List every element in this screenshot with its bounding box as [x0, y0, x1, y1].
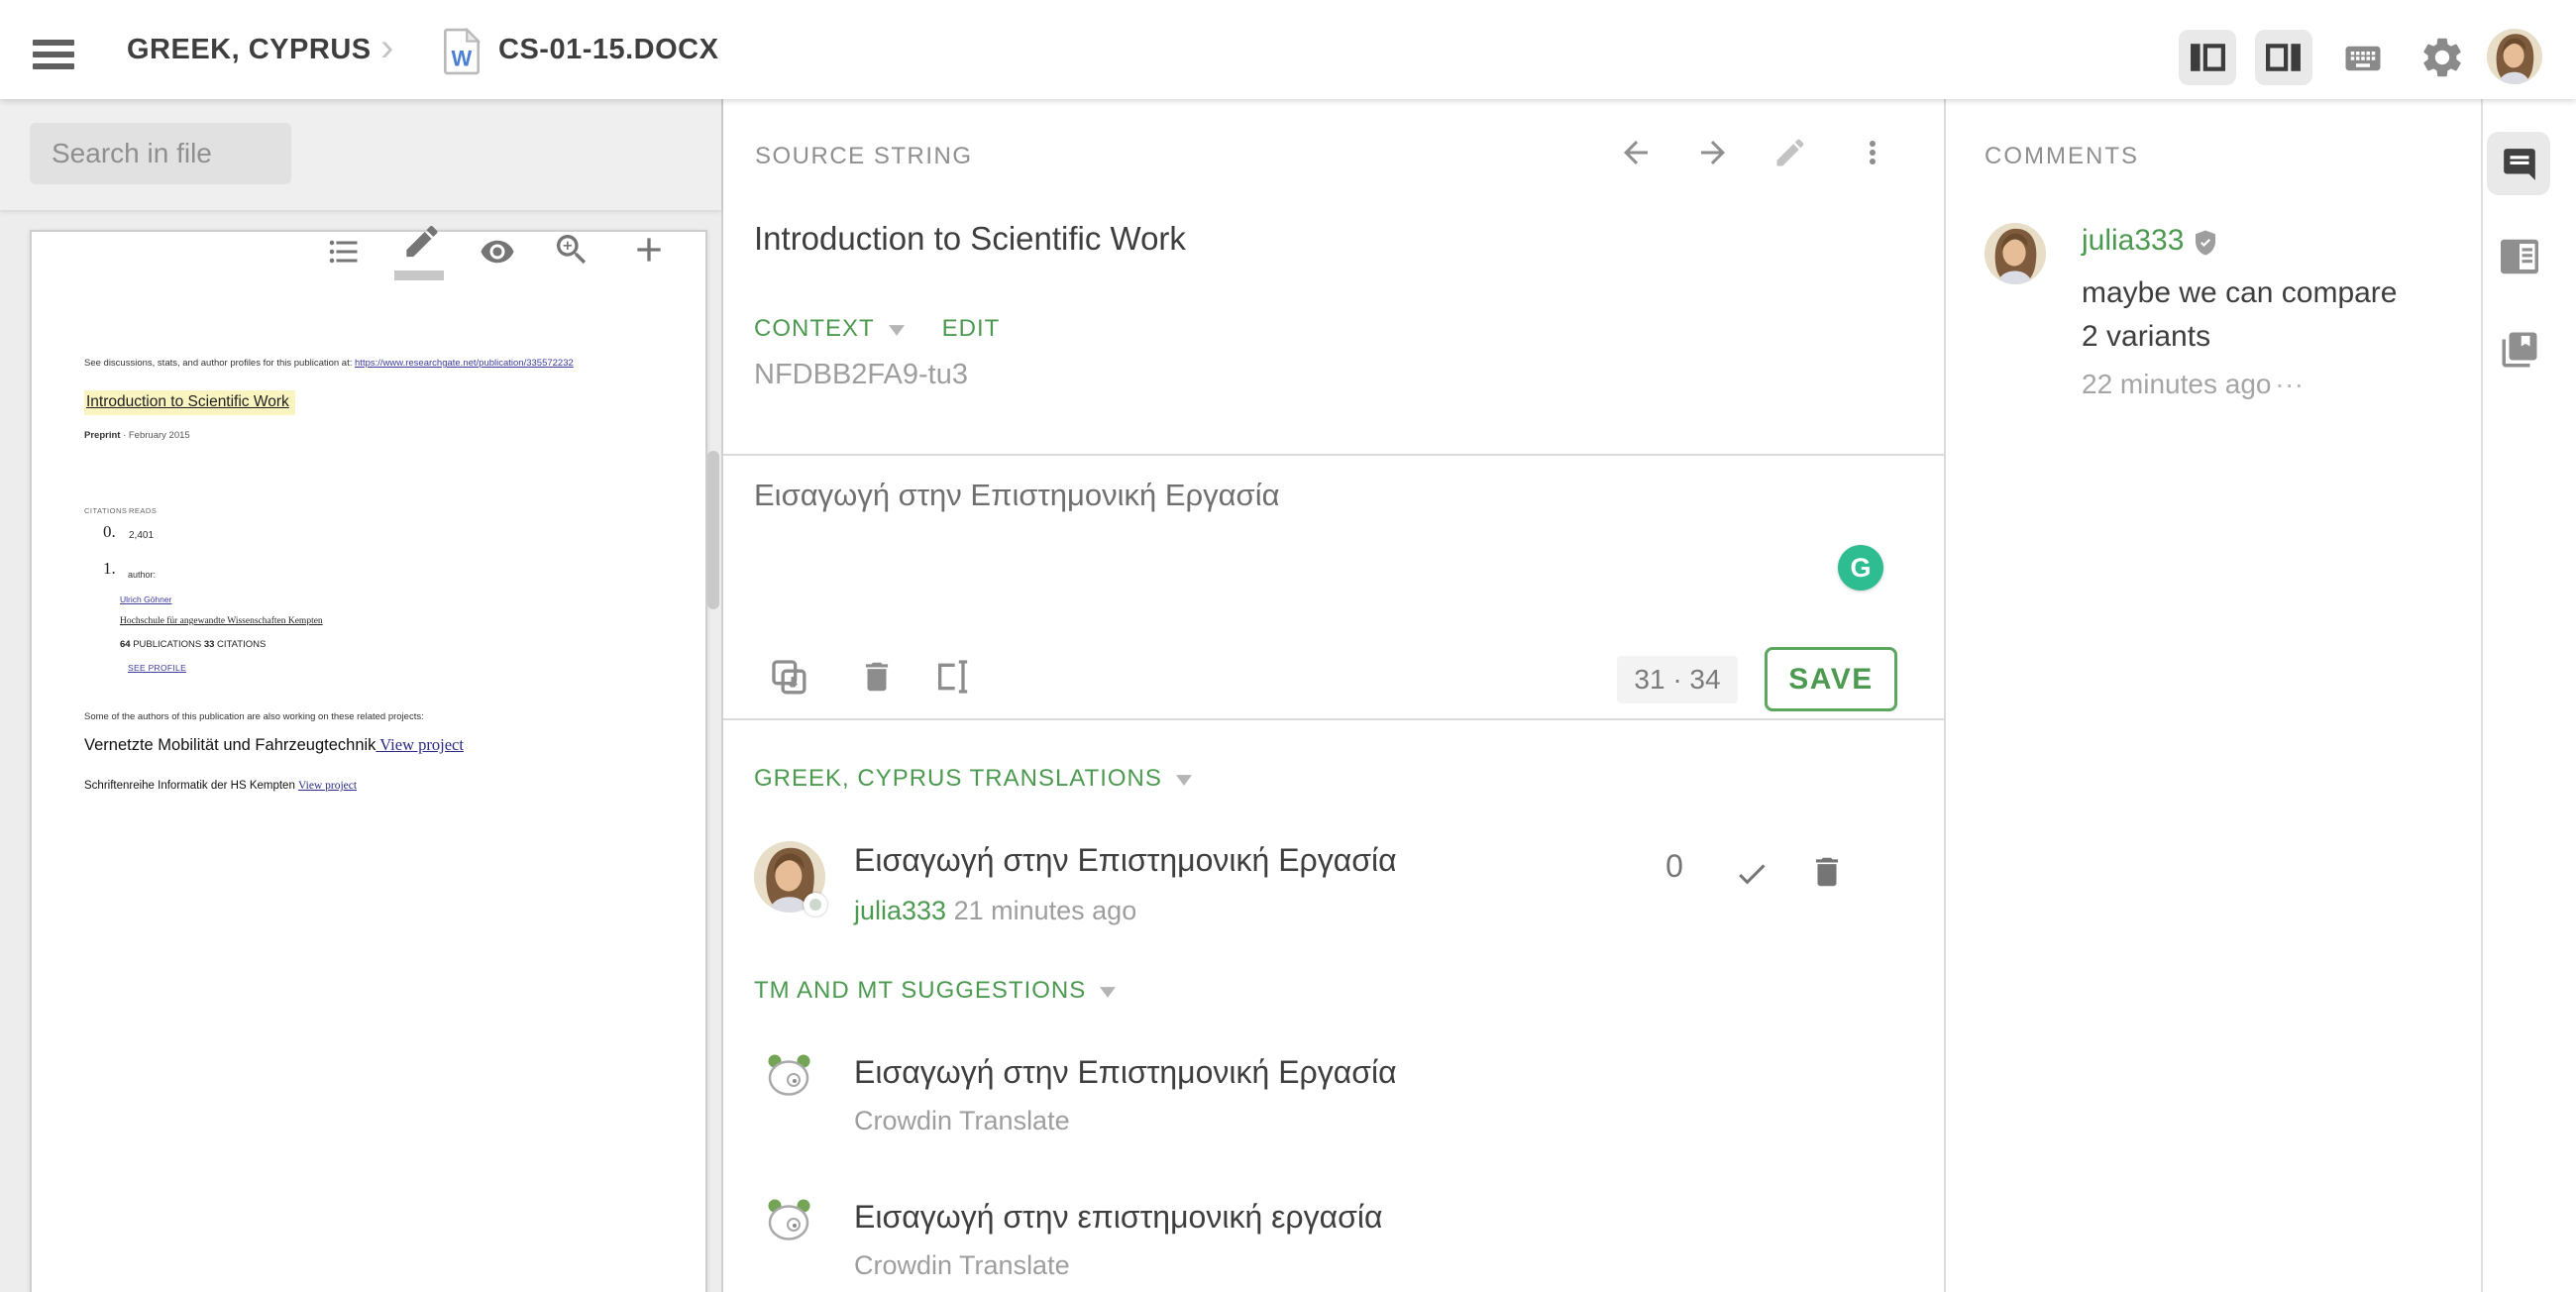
divider — [723, 718, 1944, 720]
char-counter: 31 · 34 — [1617, 656, 1738, 703]
translation-author-badge — [804, 893, 827, 916]
keyboard-shortcuts-icon[interactable] — [2337, 38, 2389, 84]
suggestion-source: Crowdin Translate — [854, 1106, 1070, 1135]
translation-votes-count: 0 — [1665, 848, 1683, 884]
breadcrumb-project[interactable]: GREEK, CYPRUS — [127, 34, 372, 66]
translations-collapse-icon[interactable] — [1175, 765, 1192, 793]
context-reader-tab-icon[interactable] — [2499, 238, 2540, 280]
crowdin-translate-icon — [764, 1052, 813, 1103]
doc-author-label: author: — [128, 570, 157, 580]
preview-eye-icon[interactable] — [477, 234, 518, 274]
comment-author-link[interactable]: julia333 — [2082, 224, 2184, 258]
doc-project-2: Schriftenreihe Informatik der HS Kempten… — [84, 780, 358, 792]
doc-author-stats: 64 PUBLICATIONS 33 CITATIONS — [120, 639, 267, 650]
comment-author-avatar — [1985, 223, 2046, 284]
toggle-left-panel-button[interactable] — [2179, 30, 2236, 85]
comments-tab-icon[interactable] — [2501, 146, 2538, 188]
approve-translation-icon[interactable] — [1730, 856, 1773, 897]
layout-right-icon — [2266, 44, 2301, 71]
next-string-icon[interactable] — [1695, 135, 1731, 175]
verified-shield-icon — [2191, 228, 2220, 263]
translate-mode-icon[interactable] — [399, 225, 443, 274]
grammarly-icon[interactable]: G — [1838, 545, 1883, 591]
delete-translation-icon[interactable] — [1808, 852, 1846, 897]
user-avatar[interactable] — [2487, 29, 2542, 84]
doc-author-affiliation-link[interactable]: Hochschule für angewandte Wissenschaften… — [120, 616, 323, 626]
comments-panel: COMMENTS julia333 maybe we can compare 2… — [1946, 99, 2483, 1292]
breadcrumb-chevron-icon: › — [380, 26, 394, 69]
file-toolbar — [0, 99, 721, 280]
comment-more-button[interactable]: ... — [2276, 363, 2305, 394]
doc-related-note: Some of the authors of this publication … — [84, 711, 424, 722]
toggle-right-panel-button[interactable] — [2255, 30, 2312, 85]
divider — [723, 454, 1944, 456]
translation-time: 21 minutes ago — [953, 896, 1137, 925]
copy-source-icon[interactable] — [769, 657, 808, 701]
select-text-icon[interactable] — [933, 657, 973, 701]
clear-translation-icon[interactable] — [858, 657, 896, 701]
doc-citations-header: CITATIONS — [84, 506, 128, 515]
context-dropdown[interactable]: CONTEXT — [754, 315, 875, 342]
suggestion-source: Crowdin Translate — [854, 1250, 1070, 1280]
doc-see-profile-link[interactable]: SEE PROFILE — [128, 663, 186, 673]
preview-scrollbar-thumb[interactable] — [707, 451, 719, 609]
doc-citations-value: 0. — [103, 522, 116, 541]
right-icon-rail — [2485, 99, 2576, 1292]
source-string-text: Introduction to Scientific Work — [754, 220, 1186, 257]
breadcrumb-file[interactable]: CS-01-15.DOCX — [498, 34, 718, 66]
context-value: NFDBB2FA9-tu3 — [754, 359, 968, 390]
add-string-icon[interactable] — [629, 230, 669, 274]
strings-list-icon[interactable] — [324, 234, 364, 274]
translation-author-link[interactable]: julia333 — [854, 896, 946, 925]
zoom-in-icon[interactable] — [552, 230, 591, 274]
doc-author-name-link[interactable]: Ulrich Göhner — [120, 594, 171, 604]
crowdin-editor-window: GREEK, CYPRUS › W CS-01-15.DOCX Search i… — [0, 0, 2576, 1292]
main-menu-icon[interactable] — [33, 40, 74, 69]
word-file-icon: W — [443, 27, 482, 80]
doc-author-index: 1. — [103, 559, 116, 578]
suggestion-text[interactable]: Εισαγωγή στην επιστημονική εργασία — [854, 1199, 1382, 1236]
translation-input[interactable]: Εισαγωγή στην Επιστημονική Εργασία — [754, 478, 1844, 513]
context-dropdown-arrow-icon[interactable] — [888, 323, 905, 341]
context-row: CONTEXT EDIT — [754, 315, 1000, 343]
save-button[interactable]: SAVE — [1765, 647, 1897, 711]
doc-reads-header: READS — [129, 506, 158, 515]
svg-text:W: W — [452, 47, 473, 71]
doc-project-1-link[interactable]: View project — [376, 735, 464, 754]
doc-project-2-link[interactable]: View project — [298, 780, 357, 792]
doc-meta: Preprint · February 2015 — [84, 430, 190, 441]
doc-reads-value: 2,401 — [129, 530, 155, 541]
suggestions-section-header[interactable]: TM AND MT SUGGESTIONS — [754, 977, 1117, 1005]
search-input[interactable] — [30, 123, 291, 184]
edit-source-icon[interactable] — [1772, 135, 1808, 175]
translate-mode-active-indicator — [394, 270, 444, 280]
document-preview-page: See discussions, stats, and author profi… — [30, 230, 707, 1292]
doc-preface-link[interactable]: https://www.researchgate.net/publication… — [355, 358, 574, 369]
comment-time: 22 minutes ago — [2082, 369, 2272, 399]
comments-header: COMMENTS — [1985, 143, 2139, 169]
translation-row-byline: julia333 21 minutes ago — [854, 896, 1136, 926]
previous-string-icon[interactable] — [1618, 135, 1654, 175]
more-options-icon[interactable] — [1855, 135, 1890, 175]
doc-preface: See discussions, stats, and author profi… — [84, 358, 574, 369]
suggestions-collapse-icon[interactable] — [1100, 977, 1117, 1005]
source-string-header: SOURCE STRING — [755, 143, 973, 169]
file-preview-panel: See discussions, stats, and author profi… — [0, 99, 723, 1292]
doc-project-1: Vernetzte Mobilität und Fahrzeugtechnik … — [84, 735, 464, 754]
comment-text: maybe we can compare 2 variants — [2082, 276, 2398, 353]
topbar: GREEK, CYPRUS › W CS-01-15.DOCX — [0, 0, 2576, 99]
settings-gear-icon[interactable] — [2418, 34, 2466, 86]
context-edit-button[interactable]: EDIT — [942, 315, 1001, 342]
crowdin-translate-icon — [764, 1197, 813, 1247]
translation-row-text[interactable]: Εισαγωγή στην Επιστημονική Εργασία — [854, 842, 1397, 879]
terminology-tab-icon[interactable] — [2499, 329, 2540, 376]
layout-left-icon — [2191, 44, 2225, 71]
translation-editor-panel: SOURCE STRING Introduction to Scientific… — [723, 99, 1946, 1292]
translations-section-header[interactable]: GREEK, CYPRUS TRANSLATIONS — [754, 765, 1192, 793]
doc-title-highlighted-string[interactable]: Introduction to Scientific Work — [84, 390, 295, 415]
suggestion-text[interactable]: Εισαγωγή στην Επιστημονική Εργασία — [854, 1054, 1397, 1091]
